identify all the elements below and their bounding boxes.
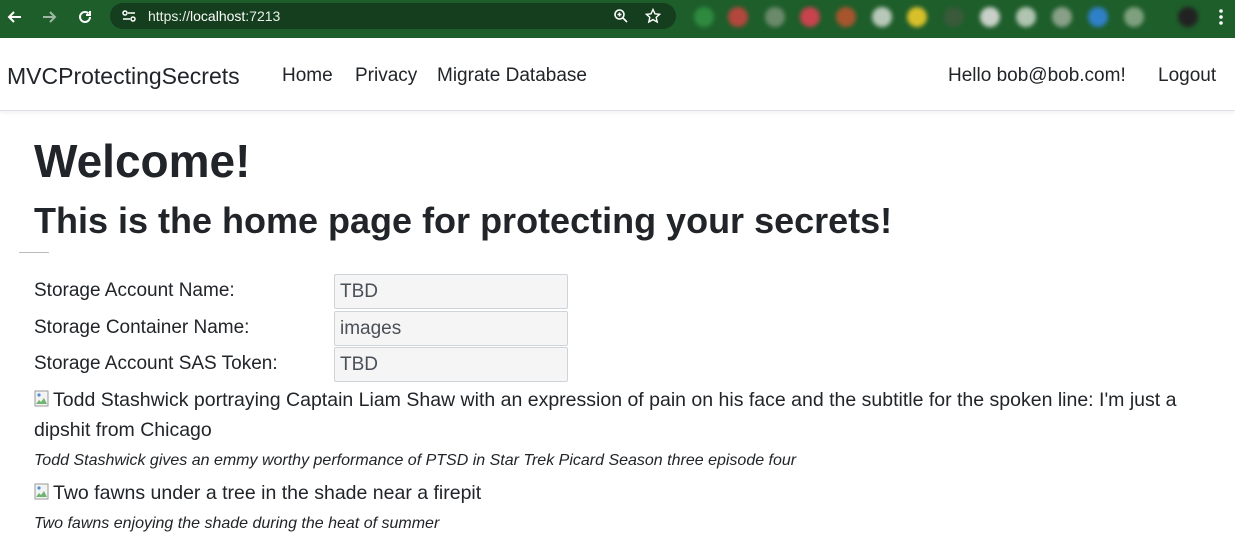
nav-link-migrate-database[interactable]: Migrate Database [437, 65, 587, 87]
user-greeting-link[interactable]: Hello bob@bob.com! [948, 65, 1126, 87]
broken-image-icon [34, 480, 50, 500]
broken-image-1: Todd Stashwick portraying Captain Liam S… [34, 385, 1214, 445]
image-alt-text: Two fawns under a tree in the shade near… [53, 482, 482, 504]
profile-avatar[interactable] [1178, 7, 1198, 27]
extension-icon[interactable] [728, 7, 748, 27]
image-caption: Todd Stashwick gives an emmy worthy perf… [34, 452, 797, 469]
extension-icon[interactable] [836, 7, 856, 27]
extension-icon[interactable] [694, 7, 714, 27]
broken-image-2: Two fawns under a tree in the shade near… [34, 478, 481, 508]
extension-icon[interactable] [1052, 7, 1072, 27]
forward-arrow-icon[interactable] [36, 4, 62, 30]
page-title: Welcome! [34, 135, 251, 187]
nav-link-privacy[interactable]: Privacy [355, 65, 417, 87]
storage-sas-token-input[interactable] [334, 347, 568, 382]
storage-container-name-input[interactable] [334, 311, 568, 346]
browser-toolbar: https://localhost:7213 [0, 0, 1235, 38]
brand-link[interactable]: MVCProtectingSecrets [7, 63, 240, 90]
url-port: :7213 [245, 8, 281, 24]
extension-icon[interactable] [907, 7, 927, 27]
storage-account-name-input[interactable] [334, 274, 568, 309]
kebab-menu-icon[interactable] [1208, 4, 1234, 30]
nav-link-home[interactable]: Home [282, 65, 333, 87]
divider [19, 252, 49, 253]
extension-icon[interactable] [872, 7, 892, 27]
url-scheme: https:// [148, 8, 191, 24]
extension-icon[interactable] [765, 7, 785, 27]
extension-icon[interactable] [1016, 7, 1036, 27]
logout-button[interactable]: Logout [1158, 65, 1216, 87]
broken-image-icon [34, 387, 50, 407]
extension-icon[interactable] [1124, 7, 1144, 27]
extension-icon[interactable] [980, 7, 1000, 27]
bookmark-star-icon[interactable] [644, 7, 662, 25]
zoom-icon[interactable] [612, 7, 630, 25]
address-bar[interactable]: https://localhost:7213 [110, 3, 676, 29]
extension-icon[interactable] [800, 7, 820, 27]
url-text: https://localhost:7213 [148, 8, 280, 24]
storage-container-name-label: Storage Container Name: [34, 317, 250, 338]
extension-icon[interactable] [1088, 7, 1108, 27]
app-navbar: MVCProtectingSecrets Home Privacy Migrat… [0, 38, 1235, 111]
image-alt-text: Todd Stashwick portraying Captain Liam S… [34, 389, 1177, 441]
extension-icon[interactable] [944, 7, 964, 27]
image-caption: Two fawns enjoying the shade during the … [34, 515, 440, 532]
storage-sas-token-label: Storage Account SAS Token: [34, 353, 278, 374]
page-subtitle: This is the home page for protecting you… [34, 200, 893, 241]
storage-account-name-label: Storage Account Name: [34, 280, 235, 301]
reload-icon[interactable] [72, 4, 98, 30]
back-arrow-icon[interactable] [2, 4, 28, 30]
site-settings-icon[interactable] [120, 7, 138, 25]
url-host: localhost [190, 8, 246, 24]
